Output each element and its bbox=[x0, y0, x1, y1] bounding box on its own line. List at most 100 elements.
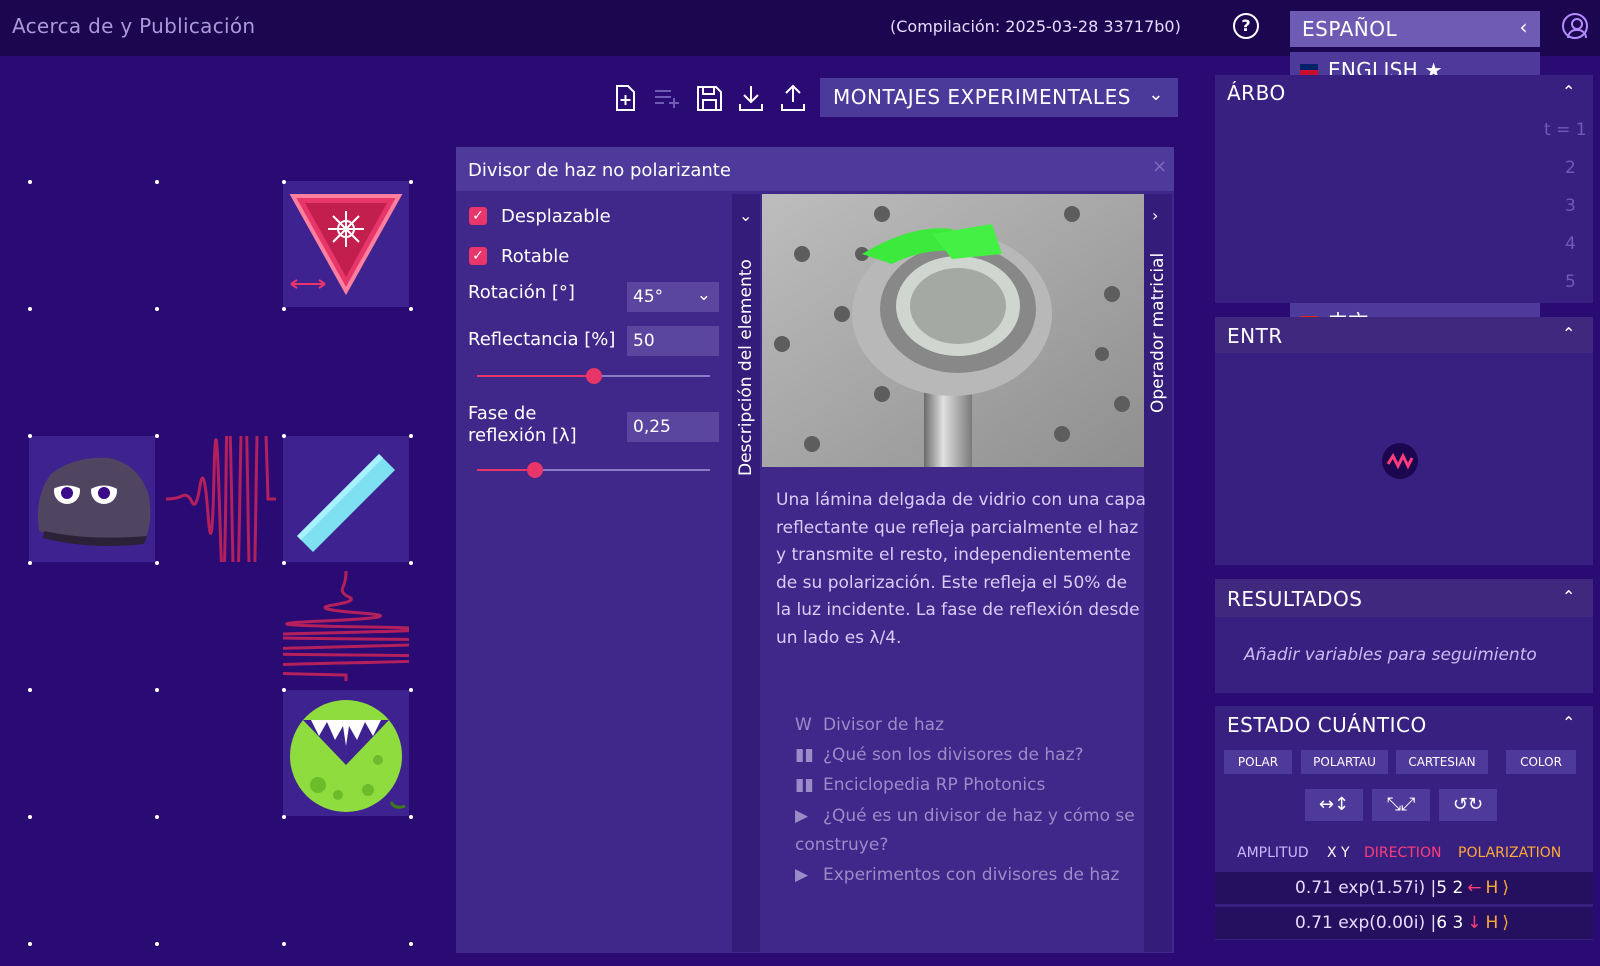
chevron-up-icon[interactable]: ⌃ bbox=[1562, 82, 1575, 101]
add-list-icon[interactable] bbox=[652, 83, 682, 113]
photon-wave-horizontal-icon bbox=[165, 436, 276, 562]
upload-icon[interactable] bbox=[778, 83, 808, 113]
mode-button-polartau[interactable]: POLARTAU bbox=[1301, 750, 1388, 774]
draggable-checkbox[interactable]: ✓ bbox=[469, 207, 487, 225]
matrix-operator-tab-label: Operador matricial bbox=[1148, 252, 1168, 413]
description-tab-label: Descripción del elemento bbox=[736, 259, 756, 476]
grid-dot bbox=[282, 561, 286, 565]
build-label: (Compilación: 2025-03-28 33717b0) bbox=[890, 17, 1181, 36]
grid-dot bbox=[409, 688, 413, 692]
about-link[interactable]: Acerca de y Publicación bbox=[12, 14, 255, 38]
chevron-left-icon: ‹ bbox=[1519, 15, 1528, 39]
experimental-setups-dropdown[interactable]: MONTAJES EXPERIMENTALES ⌄ bbox=[820, 78, 1178, 117]
reference-link-text: Enciclopedia RP Photonics bbox=[823, 775, 1046, 795]
beam-splitter-icon bbox=[297, 454, 395, 552]
grid-dot bbox=[282, 688, 286, 692]
laser-tile[interactable] bbox=[283, 181, 409, 307]
reference-link-text: Experimentos con divisores de haz bbox=[823, 865, 1120, 885]
absorber-tile[interactable] bbox=[283, 690, 409, 816]
grid-dot bbox=[409, 942, 413, 946]
grid-dot bbox=[28, 307, 32, 311]
grid-dot bbox=[28, 434, 32, 438]
grid-dot bbox=[282, 307, 286, 311]
state-pol: H bbox=[1485, 913, 1499, 933]
beam-splitter-photo bbox=[762, 194, 1144, 467]
state-pol: H bbox=[1485, 878, 1499, 898]
rock-tile[interactable] bbox=[29, 436, 155, 562]
grid-dot bbox=[282, 815, 286, 819]
legend-direction: DIRECTION bbox=[1364, 845, 1442, 861]
new-file-icon[interactable] bbox=[610, 83, 640, 113]
chevron-down-icon: ⌄ bbox=[1148, 84, 1164, 105]
rotation-select[interactable]: 45° ⌄ bbox=[627, 282, 719, 312]
state-row: 0.71 exp(0.00i) |6 3 ↓ H ⟩ bbox=[1215, 907, 1593, 939]
photon-wave-vertical-icon bbox=[283, 570, 409, 681]
mode-button-cartesian[interactable]: CARTESIAN bbox=[1396, 750, 1488, 774]
video-icon: ▶ bbox=[795, 865, 809, 885]
reflectance-slider-fill bbox=[477, 375, 594, 377]
diagonal-basis-icon[interactable]: ⤡⤢ bbox=[1372, 789, 1430, 821]
mode-button-polar[interactable]: POLAR bbox=[1224, 750, 1292, 774]
tree-panel-title: ÁRBO bbox=[1227, 81, 1286, 105]
state-xy: 5 2 bbox=[1436, 878, 1464, 898]
grid-dot bbox=[409, 434, 413, 438]
results-panel-title: RESULTADOS bbox=[1227, 587, 1363, 611]
language-selector[interactable]: ESPAÑOL ‹ bbox=[1290, 11, 1540, 47]
phase-input[interactable]: 0,25 bbox=[627, 412, 719, 442]
download-icon[interactable] bbox=[736, 83, 766, 113]
wikipedia-icon: W bbox=[795, 715, 812, 735]
save-icon[interactable] bbox=[694, 83, 724, 113]
quantum-state-panel bbox=[1215, 706, 1593, 940]
reference-link[interactable]: ▶ ¿Qué es un divisor de haz y cómo se con… bbox=[795, 802, 1135, 860]
chevron-right-icon: › bbox=[1152, 206, 1159, 225]
rock-detector-icon bbox=[37, 457, 151, 546]
state-xy: 6 3 bbox=[1436, 913, 1464, 933]
reflectance-slider-knob[interactable] bbox=[585, 368, 602, 384]
grid-dot bbox=[155, 688, 159, 692]
reflectance-input[interactable]: 50 bbox=[627, 326, 719, 356]
grid-dot bbox=[28, 180, 32, 184]
rotation-value: 45° bbox=[633, 287, 664, 307]
legend-x-y: X Y bbox=[1327, 845, 1350, 861]
close-icon[interactable]: × bbox=[1152, 156, 1167, 177]
grid-dot bbox=[409, 180, 413, 184]
quantum-state-title: ESTADO CUÁNTICO bbox=[1227, 713, 1427, 737]
rotation-label: Rotación [°] bbox=[468, 282, 575, 303]
mode-button-color[interactable]: COLOR bbox=[1506, 750, 1576, 774]
book-icon: ▮▮ bbox=[795, 775, 814, 795]
chevron-up-icon[interactable]: ⌃ bbox=[1562, 587, 1575, 606]
rotatable-checkbox[interactable]: ✓ bbox=[469, 247, 487, 265]
help-icon[interactable]: ? bbox=[1233, 13, 1259, 39]
setups-label: MONTAJES EXPERIMENTALES bbox=[833, 85, 1131, 109]
beam-splitter-tile[interactable] bbox=[283, 436, 409, 562]
circular-basis-icon[interactable]: ↺↻ bbox=[1439, 789, 1497, 821]
reference-link-text: ¿Qué es un divisor de haz y cómo se cons… bbox=[795, 806, 1135, 855]
grid-dot bbox=[28, 688, 32, 692]
reflectance-label: Reflectancia [%] bbox=[468, 329, 616, 350]
reference-link[interactable]: ▶ Experimentos con divisores de haz bbox=[795, 861, 1135, 890]
linear-basis-icon[interactable]: ↔↕ bbox=[1305, 789, 1363, 821]
grid-dot bbox=[155, 307, 159, 311]
chevron-down-icon: ⌄ bbox=[739, 206, 753, 225]
grid-dot bbox=[155, 180, 159, 184]
grid-dot bbox=[282, 942, 286, 946]
chevron-up-icon[interactable]: ⌃ bbox=[1562, 324, 1575, 343]
chevron-up-icon[interactable]: ⌃ bbox=[1562, 713, 1575, 732]
state-close: ⟩ bbox=[1502, 913, 1509, 933]
state-amp: 0.71 exp(1.57i) | bbox=[1295, 878, 1437, 898]
reference-link[interactable]: ▮▮ ¿Qué son los divisores de haz? bbox=[795, 741, 1135, 770]
rotatable-label: Rotable bbox=[501, 246, 570, 267]
state-close: ⟩ bbox=[1502, 878, 1509, 898]
grid-dot bbox=[155, 561, 159, 565]
reference-link[interactable]: W Divisor de haz bbox=[795, 711, 1135, 740]
grid-dot bbox=[409, 815, 413, 819]
reference-link[interactable]: ▮▮ Enciclopedia RP Photonics bbox=[795, 771, 1135, 800]
chevron-down-icon: ⌄ bbox=[696, 285, 711, 305]
phase-label-line1: Fase de bbox=[468, 403, 537, 424]
language-current-label: ESPAÑOL bbox=[1302, 17, 1398, 41]
results-placeholder: Añadir variables para seguimiento bbox=[1244, 645, 1537, 665]
grid-dot bbox=[28, 561, 32, 565]
inputs-panel bbox=[1215, 317, 1593, 565]
user-icon[interactable] bbox=[1562, 13, 1588, 39]
reference-link-text: Divisor de haz bbox=[823, 715, 945, 735]
